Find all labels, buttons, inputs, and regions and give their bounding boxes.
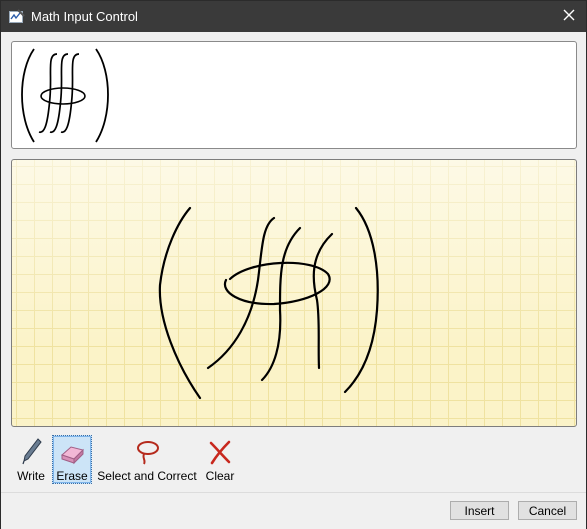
erase-tool[interactable]: Erase (52, 435, 92, 484)
window-title: Math Input Control (31, 9, 138, 24)
rendered-expression (21, 48, 109, 143)
math-preview-pane (11, 41, 577, 149)
close-button[interactable] (552, 1, 586, 32)
select-and-correct-tool[interactable]: Select and Correct (97, 435, 197, 484)
pen-icon (20, 435, 42, 465)
insert-button[interactable]: Insert (450, 501, 509, 520)
clear-tool[interactable]: Clear (201, 435, 239, 484)
math-input-window: Math Input Control Write Erase Select an… (0, 0, 587, 529)
handwritten-ink (158, 206, 379, 400)
tool-strip: Write Erase Select and Correct Clear (9, 435, 569, 485)
write-tool-label: Write (17, 469, 45, 483)
close-icon (563, 9, 575, 24)
clear-x-icon (208, 435, 232, 465)
handwriting-canvas[interactable] (11, 159, 577, 427)
title-bar[interactable]: Math Input Control (1, 1, 586, 32)
math-input-app-icon (9, 9, 25, 24)
write-tool[interactable]: Write (11, 435, 51, 484)
select-and-correct-tool-label: Select and Correct (97, 469, 197, 483)
clear-tool-label: Clear (205, 469, 235, 483)
cancel-button[interactable]: Cancel (518, 501, 577, 520)
eraser-icon (59, 436, 85, 465)
erase-tool-label: Erase (56, 469, 88, 483)
dialog-footer: Insert Cancel (1, 492, 586, 529)
lasso-icon (134, 435, 160, 465)
